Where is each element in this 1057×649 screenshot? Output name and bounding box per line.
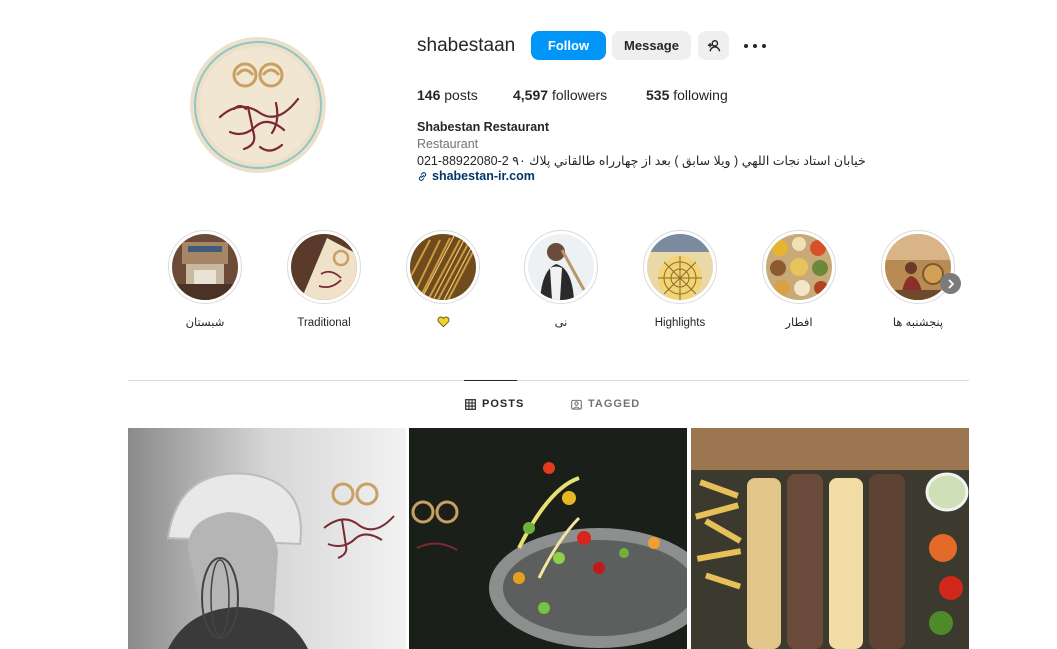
highlight-image	[647, 234, 713, 300]
tab-tagged[interactable]: TAGGED	[571, 398, 640, 410]
active-tab-indicator	[464, 380, 517, 381]
post-tile[interactable]	[409, 428, 687, 649]
highlight-image	[172, 234, 238, 300]
posts-count: 146	[417, 87, 441, 103]
post-image-kebab-platter	[691, 428, 969, 649]
highlight-shabestan[interactable]: شبستان	[160, 230, 250, 330]
tab-posts-label: POSTS	[482, 398, 525, 410]
highlight-ney[interactable]: نی	[516, 230, 606, 330]
bio-website-link[interactable]: shabestan-ir.com	[417, 169, 535, 183]
followers-stat[interactable]: 4,597 followers	[513, 86, 607, 104]
post-image-chef	[128, 428, 406, 649]
highlight-highlights[interactable]: Highlights	[635, 230, 725, 330]
profile-avatar[interactable]	[190, 37, 326, 173]
bio-link-text: shabestan-ir.com	[432, 169, 535, 183]
post-image-stirfry	[409, 428, 687, 649]
highlight-yellow-heart[interactable]	[398, 230, 488, 332]
highlight-image	[410, 234, 476, 300]
bio-category: Restaurant	[417, 137, 479, 151]
yellow-heart-icon	[437, 316, 449, 328]
chevron-right-icon	[948, 279, 954, 288]
highlight-image	[766, 234, 832, 300]
highlight-iftar[interactable]: افطار	[754, 230, 844, 330]
highlight-image	[885, 234, 951, 300]
highlight-label: نی	[554, 317, 568, 329]
following-stat[interactable]: 535 following	[646, 86, 728, 104]
more-options-icon[interactable]	[742, 36, 768, 56]
message-button[interactable]: Message	[612, 31, 691, 60]
highlights-next-button[interactable]	[940, 273, 961, 294]
followers-label: followers	[551, 87, 608, 103]
highlight-label: افطار	[785, 317, 813, 329]
highlight-image	[291, 234, 357, 300]
tagged-icon	[571, 399, 582, 410]
tab-posts[interactable]: POSTS	[465, 398, 524, 410]
suggest-user-button[interactable]	[698, 31, 729, 60]
link-icon	[418, 171, 427, 181]
bio-address: 021-88922080-2 خيابان استاد نجات اللهي (…	[417, 154, 866, 168]
restaurant-logo	[190, 37, 326, 173]
username: shabestaan	[417, 35, 516, 56]
bio-name: Shabestan Restaurant	[417, 120, 549, 134]
highlight-label: شبستان	[185, 317, 225, 329]
highlight-label: پنجشنبه ها	[892, 317, 944, 329]
follow-button[interactable]: Follow	[531, 31, 606, 60]
highlight-label: Highlights	[654, 317, 706, 329]
grid-icon	[465, 398, 476, 410]
posts-label: posts	[444, 87, 478, 103]
following-label: following	[673, 87, 728, 103]
highlight-traditional[interactable]: Traditional	[279, 230, 369, 330]
highlight-label	[398, 316, 488, 332]
tab-tagged-label: TAGGED	[588, 398, 641, 410]
following-count: 535	[646, 87, 670, 103]
add-user-icon	[707, 39, 720, 51]
tabs-divider	[128, 380, 969, 381]
highlight-label: Traditional	[297, 317, 351, 329]
posts-stat: 146 posts	[417, 86, 478, 104]
followers-count: 4,597	[513, 87, 549, 103]
highlight-image	[528, 234, 594, 300]
post-tile[interactable]	[691, 428, 969, 649]
post-tile[interactable]	[128, 428, 406, 649]
